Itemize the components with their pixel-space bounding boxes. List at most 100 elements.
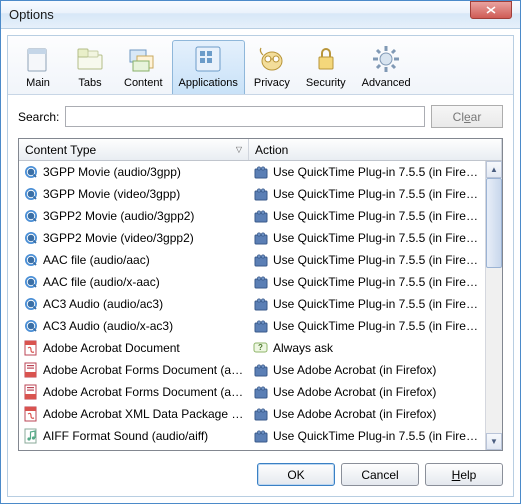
- applications-tab-icon: [192, 43, 224, 75]
- content-tab-label: Content: [124, 77, 163, 89]
- list-rows: 3GPP Movie (audio/3gpp) Use QuickTime Pl…: [19, 161, 485, 450]
- list-row[interactable]: 3GPP2 Movie (audio/3gpp2) Use QuickTime …: [19, 205, 485, 227]
- action-cell: Use Adobe Acrobat (in Firefox): [249, 362, 485, 378]
- content-type-text: AAC file (audio/aac): [43, 253, 150, 267]
- security-tab-label: Security: [306, 77, 346, 89]
- list-row[interactable]: 3GPP2 Movie (video/3gpp2) Use QuickTime …: [19, 227, 485, 249]
- content-type-cell: Adobe Acrobat Forms Document (a…: [19, 384, 249, 400]
- scroll-up-button[interactable]: ▲: [486, 161, 502, 178]
- content-type-text: Adobe Acrobat XML Data Package File: [43, 407, 245, 421]
- filetype-icon: [23, 406, 39, 422]
- action-text: Use QuickTime Plug-in 7.5.5 (in Firef…: [273, 319, 481, 333]
- action-text: Use QuickTime Plug-in 7.5.5 (in Firef…: [273, 275, 481, 289]
- action-text: Use QuickTime Plug-in 7.5.5 (in Firef…: [273, 231, 481, 245]
- action-icon: [253, 340, 269, 356]
- content-type-text: Adobe Acrobat Forms Document (a…: [43, 363, 243, 377]
- content-type-text: 3GPP2 Movie (audio/3gpp2): [43, 209, 194, 223]
- list-row[interactable]: Adobe Acrobat Forms Document (a… Use Ado…: [19, 359, 485, 381]
- filetype-icon: [23, 362, 39, 378]
- dialog-content: MainTabs Content ApplicationsPrivacy Securi…: [7, 35, 514, 497]
- filetype-icon: [23, 186, 39, 202]
- action-cell: Use QuickTime Plug-in 7.5.5 (in Firef…: [249, 428, 485, 444]
- main-tab-icon: [22, 43, 54, 75]
- content-type-text: AAC file (audio/x-aac): [43, 275, 160, 289]
- window-title: Options: [9, 7, 470, 22]
- advanced-tab-label: Advanced: [362, 77, 411, 89]
- action-cell: Use QuickTime Plug-in 7.5.5 (in Firef…: [249, 164, 485, 180]
- search-input[interactable]: [65, 106, 425, 127]
- filetype-icon: [23, 296, 39, 312]
- action-icon: [253, 428, 269, 444]
- advanced-tab-icon: [370, 43, 402, 75]
- column-content-type[interactable]: Content Type ▽: [19, 139, 249, 160]
- content-type-cell: 3GPP Movie (video/3gpp): [19, 186, 249, 202]
- filetype-icon: [23, 208, 39, 224]
- list-row[interactable]: 3GPP Movie (video/3gpp) Use QuickTime Pl…: [19, 183, 485, 205]
- list-row[interactable]: AAC file (audio/aac) Use QuickTime Plug-…: [19, 249, 485, 271]
- list-row[interactable]: AC3 Audio (audio/ac3) Use QuickTime Plug…: [19, 293, 485, 315]
- cancel-button[interactable]: Cancel: [341, 463, 419, 486]
- list-row[interactable]: Adobe Acrobat Forms Document (a… Use Ado…: [19, 381, 485, 403]
- close-icon[interactable]: [470, 1, 512, 19]
- filetype-icon: [23, 230, 39, 246]
- action-icon: [253, 406, 269, 422]
- ok-button[interactable]: OK: [257, 463, 335, 486]
- list-row[interactable]: AIFF Format Sound (audio/aiff) Use Quick…: [19, 425, 485, 447]
- action-text: Always ask: [273, 341, 333, 355]
- action-text: Use Adobe Acrobat (in Firefox): [273, 363, 436, 377]
- search-label: Search:: [18, 110, 59, 124]
- action-icon: [253, 230, 269, 246]
- advanced-tab[interactable]: Advanced: [355, 40, 418, 94]
- filetype-icon: [23, 164, 39, 180]
- sort-arrow-icon: ▽: [236, 145, 242, 154]
- action-cell: Use QuickTime Plug-in 7.5.5 (in Firef…: [249, 208, 485, 224]
- action-text: Use QuickTime Plug-in 7.5.5 (in Firef…: [273, 209, 481, 223]
- content-type-text: Adobe Acrobat Forms Document (a…: [43, 385, 243, 399]
- content-tab[interactable]: Content: [117, 40, 170, 94]
- dialog-buttons: OK Cancel Help: [8, 455, 513, 496]
- action-text: Use QuickTime Plug-in 7.5.5 (in Firef…: [273, 429, 481, 443]
- action-text: Use Adobe Acrobat (in Firefox): [273, 407, 436, 421]
- security-tab[interactable]: Security: [299, 40, 353, 94]
- content-type-cell: AC3 Audio (audio/ac3): [19, 296, 249, 312]
- content-type-cell: 3GPP2 Movie (audio/3gpp2): [19, 208, 249, 224]
- content-type-cell: AAC file (audio/aac): [19, 252, 249, 268]
- list-row[interactable]: 3GPP Movie (audio/3gpp) Use QuickTime Pl…: [19, 161, 485, 183]
- scroll-thumb[interactable]: [486, 178, 502, 268]
- main-tab[interactable]: Main: [13, 40, 63, 94]
- list-row[interactable]: AAC file (audio/x-aac) Use QuickTime Plu…: [19, 271, 485, 293]
- privacy-tab[interactable]: Privacy: [247, 40, 297, 94]
- action-text: Use QuickTime Plug-in 7.5.5 (in Firef…: [273, 297, 481, 311]
- list-row[interactable]: Adobe Acrobat Document Always ask: [19, 337, 485, 359]
- list-row[interactable]: Adobe Acrobat XML Data Package File Use …: [19, 403, 485, 425]
- list-row[interactable]: AC3 Audio (audio/x-ac3) Use QuickTime Pl…: [19, 315, 485, 337]
- content-type-cell: 3GPP Movie (audio/3gpp): [19, 164, 249, 180]
- scroll-track[interactable]: [486, 178, 502, 433]
- content-type-text: 3GPP Movie (audio/3gpp): [43, 165, 181, 179]
- content-type-cell: Adobe Acrobat XML Data Package File: [19, 406, 249, 422]
- applications-tab[interactable]: Applications: [172, 40, 245, 94]
- content-type-text: AIFF Format Sound (audio/aiff): [43, 429, 208, 443]
- content-type-text: Adobe Acrobat Document: [43, 341, 180, 355]
- action-cell: Use QuickTime Plug-in 7.5.5 (in Firef…: [249, 296, 485, 312]
- help-button[interactable]: Help: [425, 463, 503, 486]
- clear-button[interactable]: CClearlear: [431, 105, 503, 128]
- action-text: Use QuickTime Plug-in 7.5.5 (in Firef…: [273, 165, 481, 179]
- tabs-tab[interactable]: Tabs: [65, 40, 115, 94]
- category-toolbar: MainTabs Content ApplicationsPrivacy Securi…: [8, 36, 513, 95]
- scroll-down-button[interactable]: ▼: [486, 433, 502, 450]
- scrollbar[interactable]: ▲ ▼: [485, 161, 502, 450]
- list-header: Content Type ▽ Action: [19, 139, 502, 161]
- action-text: Use QuickTime Plug-in 7.5.5 (in Firef…: [273, 187, 481, 201]
- privacy-tab-icon: [256, 43, 288, 75]
- filetype-icon: [23, 384, 39, 400]
- column-action[interactable]: Action: [249, 139, 502, 160]
- content-type-cell: Adobe Acrobat Forms Document (a…: [19, 362, 249, 378]
- content-type-text: AC3 Audio (audio/x-ac3): [43, 319, 173, 333]
- search-row: Search: CClearlear: [8, 95, 513, 138]
- action-icon: [253, 208, 269, 224]
- content-type-cell: 3GPP2 Movie (video/3gpp2): [19, 230, 249, 246]
- action-icon: [253, 362, 269, 378]
- action-icon: [253, 318, 269, 334]
- tabs-tab-icon: [74, 43, 106, 75]
